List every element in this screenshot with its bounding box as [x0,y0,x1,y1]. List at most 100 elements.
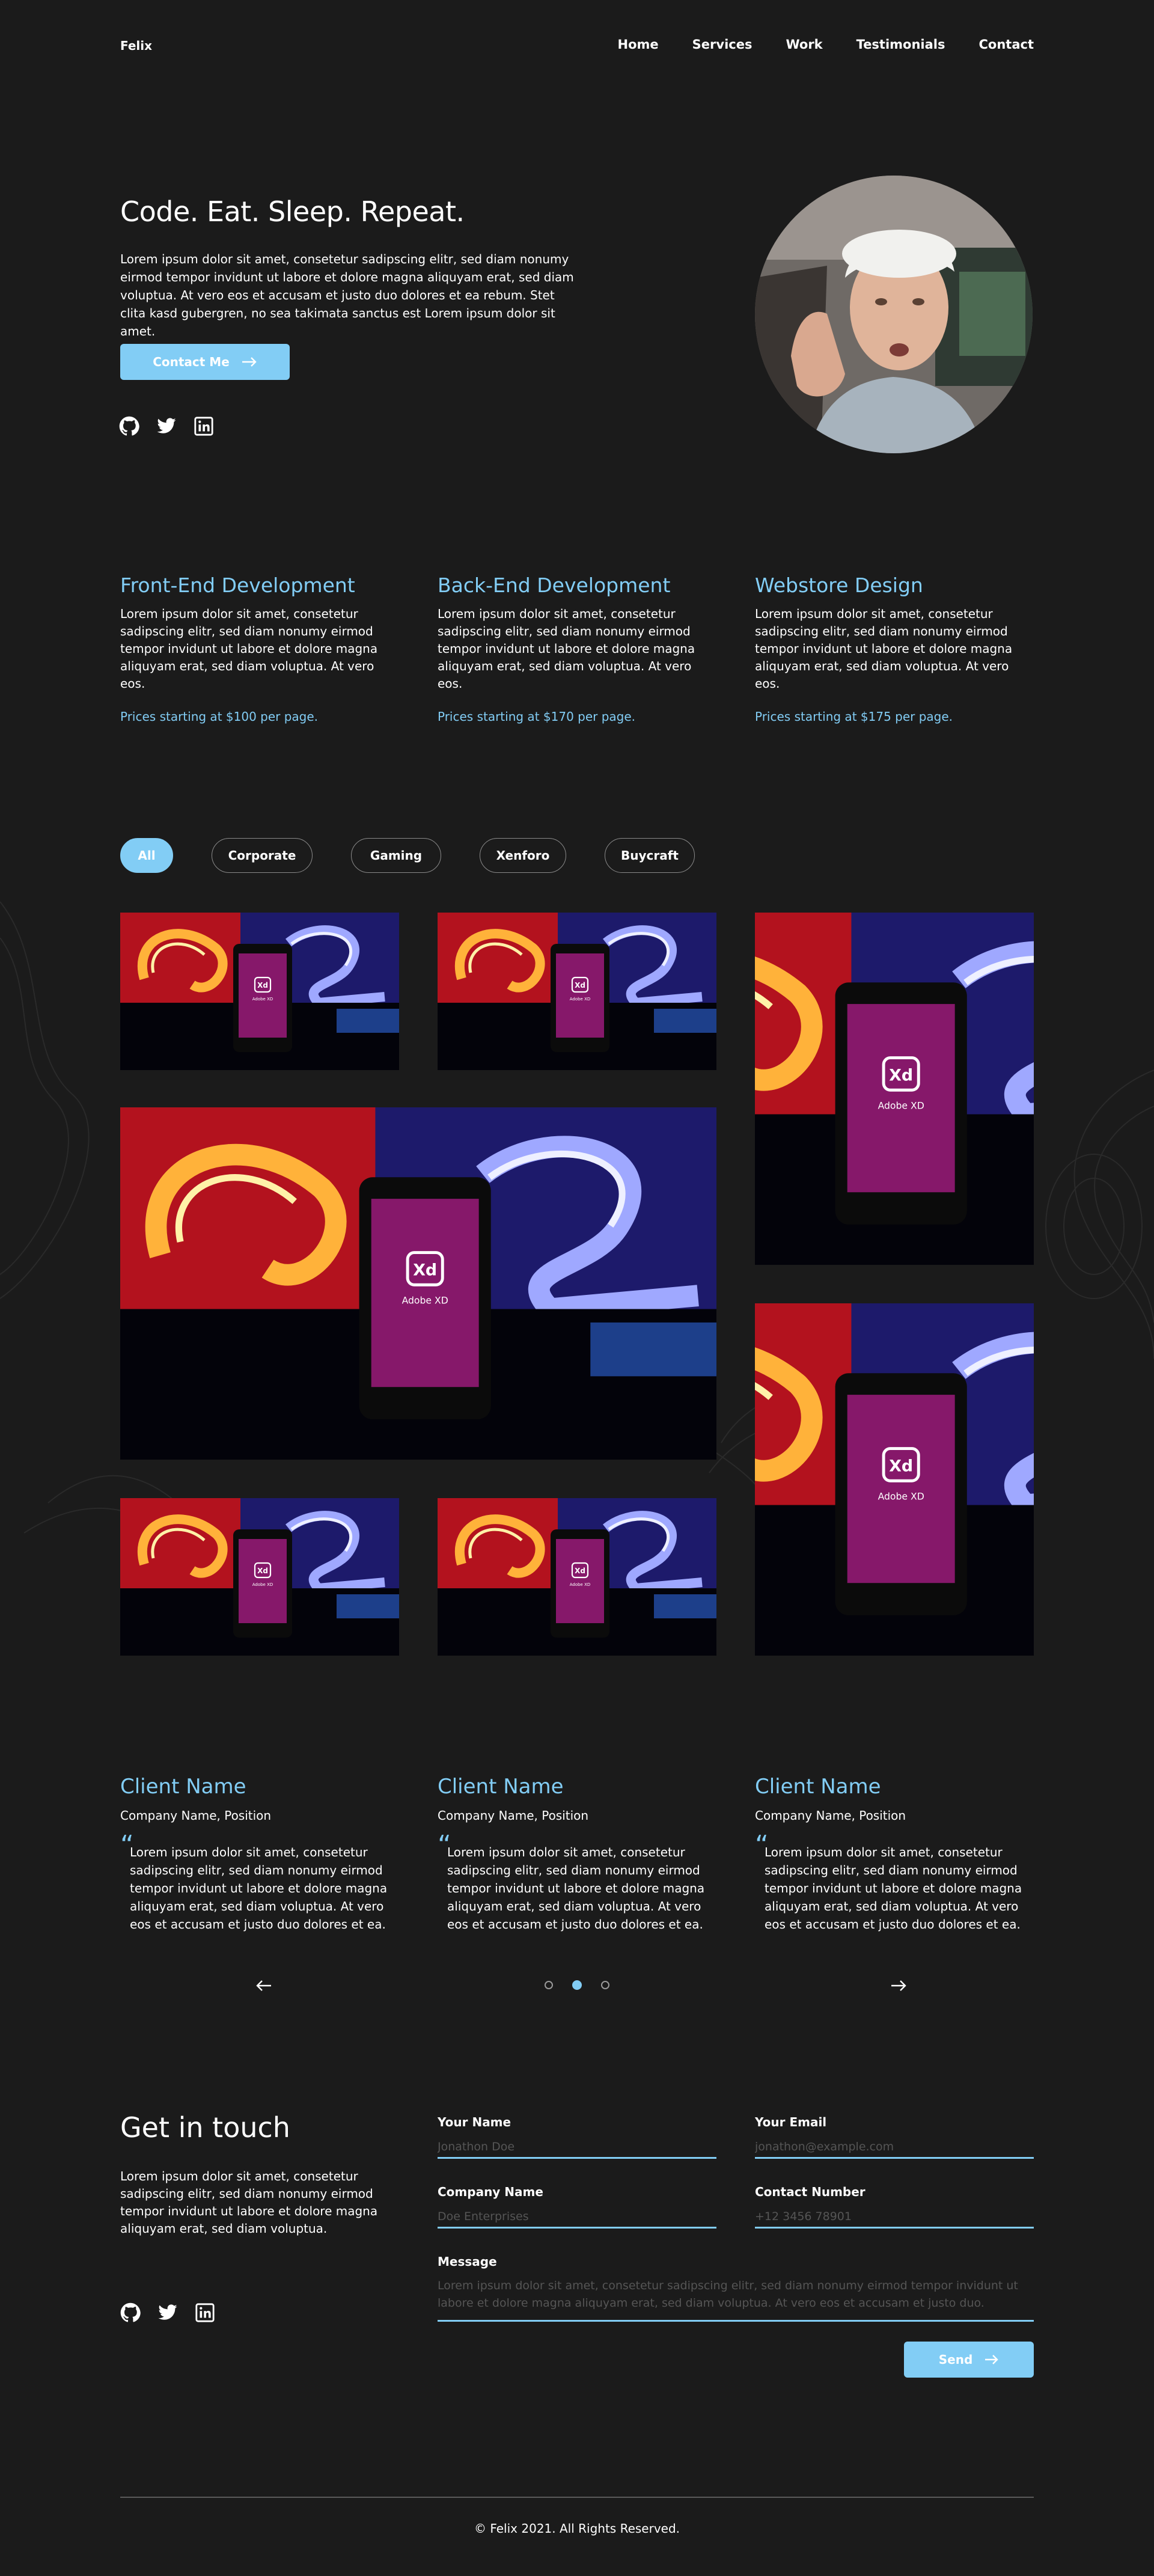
carousel-dot-2[interactable] [572,1980,582,1990]
twitter-icon[interactable] [157,2302,178,2323]
svg-text:Adobe XD: Adobe XD [402,1295,448,1306]
work-item-1[interactable]: Xd Adobe XD [120,913,399,1070]
filter-corporate[interactable]: Corporate [212,838,313,873]
testimonial-card: Client Name Company Name, Position “ Lor… [120,1775,392,1933]
client-quote: Lorem ipsum dolor sit amet, consetetur s… [765,1845,1022,1932]
linkedin-icon[interactable] [194,416,214,436]
filter-xenforo[interactable]: Xenforo [480,838,566,873]
nav-work[interactable]: Work [786,37,822,52]
client-quote: Lorem ipsum dolor sit amet, consetetur s… [447,1845,705,1932]
contact-social-links [120,2302,215,2323]
nav-contact[interactable]: Contact [979,37,1034,52]
service-description: Lorem ipsum dolor sit amet, consetetur s… [438,607,695,691]
work-item-image: Xd Adobe XD [120,1107,716,1460]
work-item-image: Xd Adobe XD [755,1303,1034,1656]
carousel-dot-3[interactable] [601,1981,609,1989]
svg-text:Adobe XD: Adobe XD [878,1100,924,1112]
company-name-input[interactable] [438,2210,716,2229]
filter-all[interactable]: All [120,838,173,873]
service-price: Prices starting at $100 per page. [120,709,319,724]
footer-divider [120,2497,1034,2498]
client-role: Company Name, Position [120,1808,272,1823]
arrow-right-icon [242,357,257,367]
work-item-6[interactable]: Xd Adobe XD [120,1498,399,1656]
client-quote: Lorem ipsum dolor sit amet, consetetur s… [130,1845,388,1932]
contact-number-label: Contact Number [755,2185,866,2199]
hero-title: Code. Eat. Sleep. Repeat. [120,195,465,228]
svg-text:Xd: Xd [413,1261,437,1280]
work-filters: All Corporate Gaming Xenforo Buycraft [120,838,695,873]
work-item-image: Xd Adobe XD [120,913,399,1070]
message-textarea[interactable] [438,2277,1034,2322]
testimonial-card: Client Name Company Name, Position “ Lor… [438,1775,709,1933]
contact-description: Lorem ipsum dolor sit amet, consetetur s… [120,2169,378,2236]
arrow-right-icon [985,2355,998,2364]
carousel-dots [545,1980,609,1990]
github-icon[interactable] [119,416,139,436]
quote-icon: “ [755,1830,769,1861]
work-item-image: Xd Adobe XD [438,913,716,1070]
linkedin-icon[interactable] [195,2302,215,2323]
service-description: Lorem ipsum dolor sit amet, consetetur s… [755,607,1013,691]
contact-title: Get in touch [120,2111,290,2144]
carousel-prev-button[interactable] [256,1975,272,1995]
service-card-frontend: Front-End Development Lorem ipsum dolor … [120,574,392,724]
nav-services[interactable]: Services [692,37,753,52]
work-item-4[interactable]: Xd Adobe XD [120,1107,716,1460]
testimonial-card: Client Name Company Name, Position “ Lor… [755,1775,1034,1933]
send-label: Send [938,2352,973,2367]
hero-social-links [119,416,214,436]
filter-buycraft[interactable]: Buycraft [605,838,695,873]
carousel-dot-1[interactable] [545,1981,553,1989]
work-item-7[interactable]: Xd Adobe XD [438,1498,716,1656]
svg-text:Adobe XD: Adobe XD [570,1582,591,1587]
svg-text:Adobe XD: Adobe XD [878,1491,924,1502]
work-item-image: Xd Adobe XD [120,1498,399,1656]
arrow-left-icon [256,1980,271,1991]
hero-description: Lorem ipsum dolor sit amet, consetetur s… [120,252,574,338]
twitter-icon[interactable] [156,416,177,436]
client-name: Client Name [755,1775,881,1799]
company-name-label: Company Name [438,2185,543,2199]
your-name-label: Your Name [438,2115,511,2129]
svg-text:Xd: Xd [575,981,585,990]
svg-text:Xd: Xd [889,1066,913,1085]
service-card-backend: Back-End Development Lorem ipsum dolor s… [438,574,709,724]
send-button[interactable]: Send [904,2342,1034,2378]
work-item-image: Xd Adobe XD [755,913,1034,1265]
svg-text:Adobe XD: Adobe XD [570,997,591,1002]
profile-photo [755,176,1033,453]
your-email-input[interactable] [755,2140,1034,2159]
svg-text:Xd: Xd [575,1567,585,1575]
nav-home[interactable]: Home [618,37,659,52]
filter-gaming[interactable]: Gaming [351,838,441,873]
service-price: Prices starting at $175 per page. [755,709,953,724]
svg-text:Adobe XD: Adobe XD [252,1582,273,1587]
message-label: Message [438,2254,497,2269]
quote-icon: “ [438,1830,451,1861]
contact-number-input[interactable] [755,2210,1034,2229]
work-item-5[interactable]: Xd Adobe XD [755,1303,1034,1656]
contact-me-button[interactable]: Contact Me [120,344,290,380]
svg-text:Xd: Xd [257,1567,268,1575]
arrow-right-icon [891,1980,906,1991]
service-card-webstore: Webstore Design Lorem ipsum dolor sit am… [755,574,1034,724]
github-icon[interactable] [120,2302,141,2323]
service-title: Front-End Development [120,574,355,597]
brand-logo[interactable]: Felix [120,38,152,53]
service-description: Lorem ipsum dolor sit amet, consetetur s… [120,607,378,691]
carousel-next-button[interactable] [891,1975,906,1995]
client-role: Company Name, Position [755,1808,906,1823]
your-email-label: Your Email [755,2115,827,2129]
work-item-2[interactable]: Xd Adobe XD [438,913,716,1070]
client-name: Client Name [120,1775,246,1799]
main-nav: Home Services Work Testimonials Contact [618,37,1034,52]
your-name-input[interactable] [438,2140,716,2159]
svg-text:Xd: Xd [257,981,268,990]
service-price: Prices starting at $170 per page. [438,709,636,724]
work-item-3[interactable]: Xd Adobe XD [755,913,1034,1265]
contact-me-label: Contact Me [153,355,230,369]
nav-testimonials[interactable]: Testimonials [856,37,945,52]
svg-text:Xd: Xd [889,1457,913,1476]
service-title: Webstore Design [755,574,923,597]
